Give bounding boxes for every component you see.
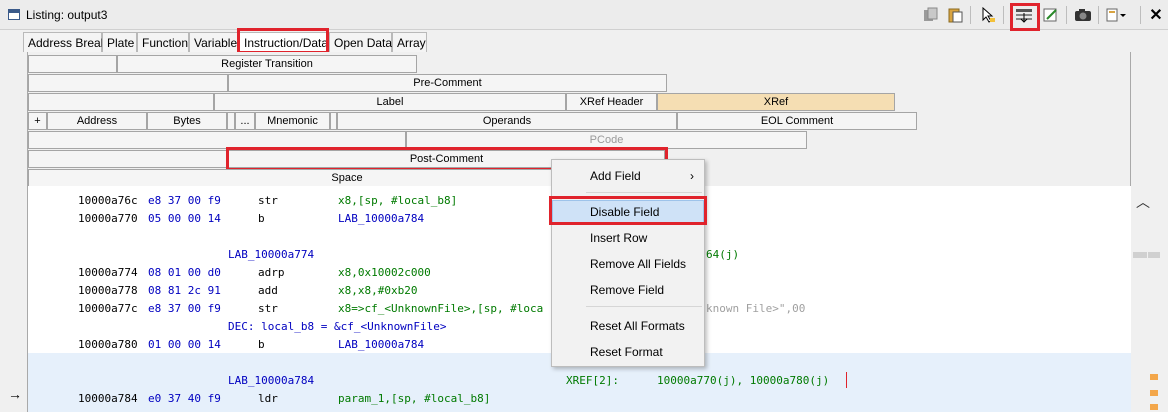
toolbar-separator [970,6,971,24]
menu-item-insert-row[interactable]: Insert Row [552,226,704,250]
xref-value[interactable]: 64(j) [706,248,739,261]
copy-icon[interactable] [920,5,942,25]
field-address[interactable]: Address [47,112,147,130]
line-operands[interactable]: x8,0x10002c000 [338,266,431,279]
scroll-up-icon[interactable]: ︿ [1136,192,1150,212]
line-mnemonic[interactable]: ldr [258,392,278,405]
menu-item-disable-field[interactable]: Disable Field [552,200,704,224]
field-header-icon[interactable] [1013,5,1035,25]
overview-marker[interactable] [1150,390,1158,396]
field-empty[interactable] [28,131,406,149]
menu-item-add-field[interactable]: Add Field › [552,164,704,188]
field-label[interactable]: Label [214,93,566,111]
menu-item-remove-all-fields[interactable]: Remove All Fields [552,252,704,276]
menu-item-remove-field[interactable]: Remove Field [552,278,704,302]
tab-variable[interactable]: Variable [189,32,239,52]
xref-value[interactable]: 10000a770(j), 10000a780(j) [657,374,829,387]
field-empty[interactable] [28,55,117,73]
menu-separator [586,192,702,193]
line-bytes[interactable]: e0 37 40 f9 [148,392,221,405]
line-operands[interactable]: LAB_10000a784 [338,212,424,225]
toolbar-separator [1066,6,1067,24]
current-location-arrow-icon: → [8,386,22,402]
overview-marker[interactable] [1150,404,1158,410]
line-operands[interactable]: LAB_10000a784 [338,338,424,351]
field-bytes[interactable]: Bytes [147,112,227,130]
close-icon[interactable]: ✕ [1145,5,1167,25]
line-address[interactable]: 10000a774 [78,266,138,279]
code-label[interactable]: LAB_10000a774 [228,248,314,261]
line-address[interactable]: 10000a784 [78,392,138,405]
menu-item-reset-all-formats[interactable]: Reset All Formats [552,314,704,338]
field-mnemonic[interactable]: Mnemonic [255,112,330,130]
decompile-comment: DEC: local_b8 = &cf_<UnknownFile> [228,320,447,333]
window-title: Listing: output3 [26,8,108,22]
text-cursor [846,372,847,388]
field-empty[interactable] [227,112,235,130]
field-register-transition[interactable]: Register Transition [117,55,417,73]
field-empty[interactable] [28,74,228,92]
menu-item-label: Add Field [590,169,641,183]
tab-array[interactable]: Array [392,32,427,52]
tab-plate[interactable]: Plate [102,32,137,52]
field-expand-button[interactable]: + [28,112,47,130]
field-empty[interactable] [28,93,214,111]
line-operands[interactable]: x8,x8,#0xb20 [338,284,417,297]
field-eol-comment[interactable]: EOL Comment [677,112,917,130]
line-bytes[interactable]: 08 01 00 d0 [148,266,221,279]
field-pre-comment[interactable]: Pre-Comment [228,74,667,92]
menu-icon[interactable] [1106,5,1128,25]
line-operands[interactable]: x8=>cf_<UnknownFile>,[sp, #loca [338,302,543,315]
tab-address-break[interactable]: Address Break [23,32,107,52]
line-bytes[interactable]: e8 37 00 f9 [148,194,221,207]
tab-open-data[interactable]: Open Data [329,32,392,52]
toolbar-separator [1003,6,1004,24]
edit-icon[interactable] [1040,5,1062,25]
scroll-marker [1148,252,1160,258]
line-mnemonic[interactable]: str [258,194,278,207]
toolbar-separator [1098,6,1099,24]
code-label[interactable]: LAB_10000a784 [228,374,314,387]
listing-window-icon [8,9,20,20]
tab-instruction-data[interactable]: Instruction/Data [239,32,329,52]
field-more[interactable]: ... [235,112,255,130]
line-mnemonic[interactable]: adrp [258,266,285,279]
line-address[interactable]: 10000a77c [78,302,138,315]
chevron-right-icon: › [690,169,694,183]
line-eol-comment[interactable]: known File>",00 [706,302,805,315]
line-mnemonic[interactable]: str [258,302,278,315]
line-mnemonic[interactable]: b [258,338,265,351]
menu-item-reset-format[interactable]: Reset Format [552,340,704,364]
paste-icon[interactable] [944,5,966,25]
toolbar-separator [1140,6,1141,24]
scroll-marker [1133,252,1147,258]
tab-function[interactable]: Function [137,32,189,52]
field-xref[interactable]: XRef [657,93,895,111]
line-address[interactable]: 10000a778 [78,284,138,297]
cursor-icon[interactable] [977,5,999,25]
field-context-menu: Add Field › Disable Field Insert Row Rem… [551,159,705,367]
line-address[interactable]: 10000a76c [78,194,138,207]
line-bytes[interactable]: 08 81 2c 91 [148,284,221,297]
field-empty[interactable] [330,112,337,130]
line-bytes[interactable]: 05 00 00 14 [148,212,221,225]
line-address[interactable]: 10000a770 [78,212,138,225]
xref-header-label: XREF[2]: [566,374,619,387]
overview-marker[interactable] [1150,374,1158,380]
line-bytes[interactable]: 01 00 00 14 [148,338,221,351]
line-bytes[interactable]: e8 37 00 f9 [148,302,221,315]
snapshot-icon[interactable] [1072,5,1094,25]
menu-separator [586,306,702,307]
field-pcode[interactable]: PCode [406,131,807,149]
field-empty[interactable] [28,150,228,168]
overview-margin [1131,52,1168,412]
field-xref-header[interactable]: XRef Header [566,93,657,111]
field-operands[interactable]: Operands [337,112,677,130]
line-address[interactable]: 10000a780 [78,338,138,351]
line-mnemonic[interactable]: b [258,212,265,225]
line-operands[interactable]: x8,[sp, #local_b8] [338,194,457,207]
line-operands[interactable]: param_1,[sp, #local_b8] [338,392,490,405]
line-mnemonic[interactable]: add [258,284,278,297]
